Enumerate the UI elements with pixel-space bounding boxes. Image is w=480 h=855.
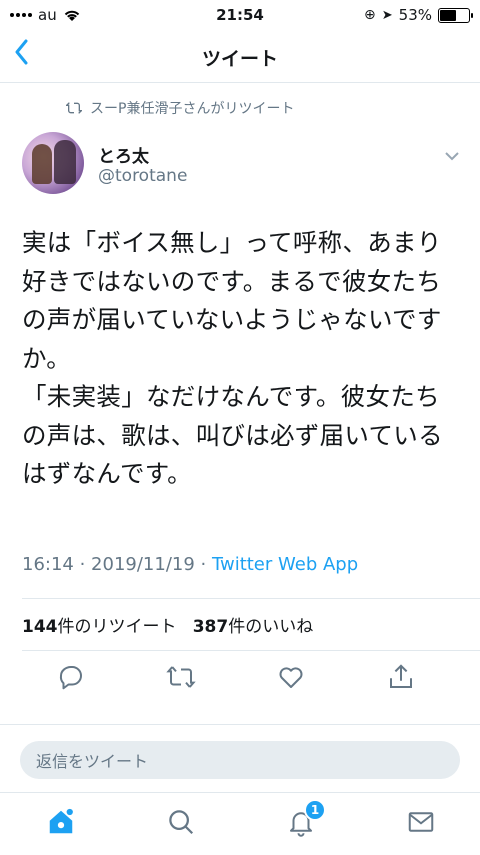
reply-input[interactable]: 返信をツイート	[20, 741, 460, 779]
divider	[22, 598, 480, 599]
tab-home[interactable]	[46, 807, 76, 837]
tab-search[interactable]	[166, 807, 196, 837]
tab-notifications[interactable]: 1	[286, 799, 326, 837]
page-title: ツイート	[201, 48, 278, 70]
retweet-count: 144	[22, 617, 58, 637]
home-icon	[49, 808, 73, 834]
status-right: ⊕ ➤ 53%	[364, 6, 473, 24]
location-icon: ➤	[381, 7, 393, 23]
notifications-badge: 1	[304, 799, 326, 821]
retweeted-by-text: スーP兼任滑子さんがリツイート	[90, 101, 295, 117]
author-handle[interactable]: @torotane	[98, 166, 187, 186]
avatar[interactable]	[22, 132, 84, 194]
reply-icon[interactable]	[56, 662, 92, 698]
tweet-timestamp: 16:14 · 2019/11/19 ·	[22, 554, 212, 575]
like-count-link[interactable]: 387件のいいね	[193, 617, 314, 637]
tweet-text: 実は「ボイス無し」って呼称、あまり好きではないのです。まるで彼女たちの声が届いて…	[22, 228, 443, 488]
divider	[22, 650, 480, 651]
battery-icon	[438, 7, 473, 23]
mail-icon	[408, 812, 434, 832]
like-count-label: 件のいいね	[228, 617, 314, 637]
battery-percent: 53%	[398, 6, 432, 24]
tab-bar: 1	[0, 792, 480, 855]
author-name[interactable]: とろ太	[98, 142, 149, 167]
tab-messages[interactable]	[406, 807, 436, 837]
engagement-counts: 144件のリツイート 387件のいいね	[22, 612, 313, 637]
orientation-lock-icon: ⊕	[364, 7, 376, 23]
retweet-count-link[interactable]: 144件のリツイート	[22, 617, 177, 637]
tweet-actions	[0, 662, 480, 698]
retweet-icon	[66, 102, 82, 114]
status-bar: au 21:54 ⊕ ➤ 53%	[0, 0, 480, 32]
share-icon[interactable]	[386, 662, 422, 698]
reply-bar: 返信をツイート	[0, 724, 480, 793]
nav-bar: ツイート	[0, 32, 480, 83]
search-icon	[169, 810, 194, 835]
tweet-meta: 16:14 · 2019/11/19 · Twitter Web App	[22, 554, 358, 575]
like-heart-icon[interactable]	[276, 662, 312, 698]
retweet-attribution[interactable]: スーP兼任滑子さんがリツイート	[66, 98, 294, 118]
retweet-icon[interactable]	[166, 662, 202, 698]
like-count: 387	[192, 617, 229, 637]
retweet-count-label: 件のリツイート	[57, 617, 177, 637]
chevron-down-icon[interactable]	[444, 146, 460, 165]
tweet-source-link[interactable]: Twitter Web App	[212, 554, 358, 575]
